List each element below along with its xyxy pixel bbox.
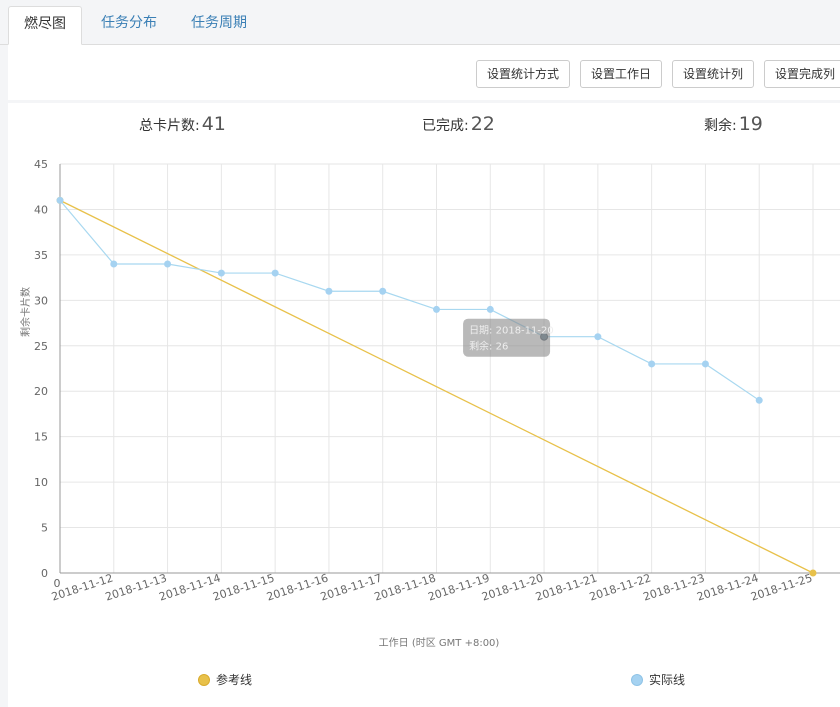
legend-reference-label: 参考线	[216, 673, 253, 687]
x-tick-label: 2018-11-15	[211, 571, 276, 603]
legend-actual[interactable]: 实际线	[631, 671, 685, 688]
data-point-actual	[110, 260, 118, 268]
legend-reference[interactable]: 参考线	[198, 671, 252, 688]
x-tick-label: 2018-11-22	[588, 571, 653, 603]
data-point-actual	[648, 360, 656, 368]
legend-actual-label: 实际线	[649, 673, 686, 687]
data-point-actual	[164, 260, 172, 268]
y-tick-label: 10	[34, 476, 48, 489]
x-tick-label: 2018-11-19	[426, 571, 491, 603]
legend-actual-marker	[631, 673, 643, 686]
x-tick-label: 2018-11-13	[104, 571, 169, 603]
data-point-actual	[271, 269, 279, 277]
y-tick-label: 45	[34, 158, 48, 171]
x-tick-label: 2018-11-17	[319, 571, 384, 603]
x-tick-label: 2018-11-14	[157, 571, 222, 603]
data-point-actual	[594, 333, 602, 341]
data-point-actual	[217, 269, 225, 277]
y-tick-label: 15	[34, 431, 48, 444]
y-tick-label: 0	[41, 567, 48, 580]
legend-reference-marker	[198, 673, 210, 686]
x-tick-label: 2018-11-18	[373, 571, 438, 603]
data-point-actual	[56, 196, 64, 204]
y-tick-label: 5	[41, 522, 48, 535]
data-point-actual	[486, 305, 494, 313]
data-point-actual	[755, 396, 763, 404]
x-tick-label: 2018-11-20	[480, 571, 545, 603]
data-point-actual	[433, 305, 440, 313]
y-tick-label: 25	[34, 340, 48, 353]
y-tick-label: 30	[34, 294, 48, 307]
y-tick-label: 20	[34, 385, 48, 398]
x-tick-label: 2018-11-21	[534, 571, 599, 603]
x-axis-title: 工作日 (时区 GMT +8:00)	[379, 637, 500, 649]
tooltip-line-1: 日期: 2018-11-20	[469, 325, 554, 337]
x-tick-label: 2018-11-24	[695, 571, 760, 603]
data-point-actual	[701, 360, 709, 368]
tooltip-line-2: 剩余: 26	[469, 340, 508, 353]
burndown-chart: 05101520253035404502018-11-122018-11-132…	[19, 158, 840, 649]
data-point-actual	[379, 287, 387, 295]
y-axis-title: 剩余卡片数	[19, 287, 32, 337]
y-tick-label: 35	[34, 249, 48, 262]
x-tick-label: 2018-11-25	[749, 571, 814, 603]
y-tick-label: 40	[34, 203, 48, 216]
x-tick-label: 2018-11-23	[642, 571, 707, 603]
data-point-actual	[325, 287, 333, 295]
x-tick-label: 2018-11-16	[265, 571, 330, 603]
data-point-reference	[809, 569, 817, 577]
